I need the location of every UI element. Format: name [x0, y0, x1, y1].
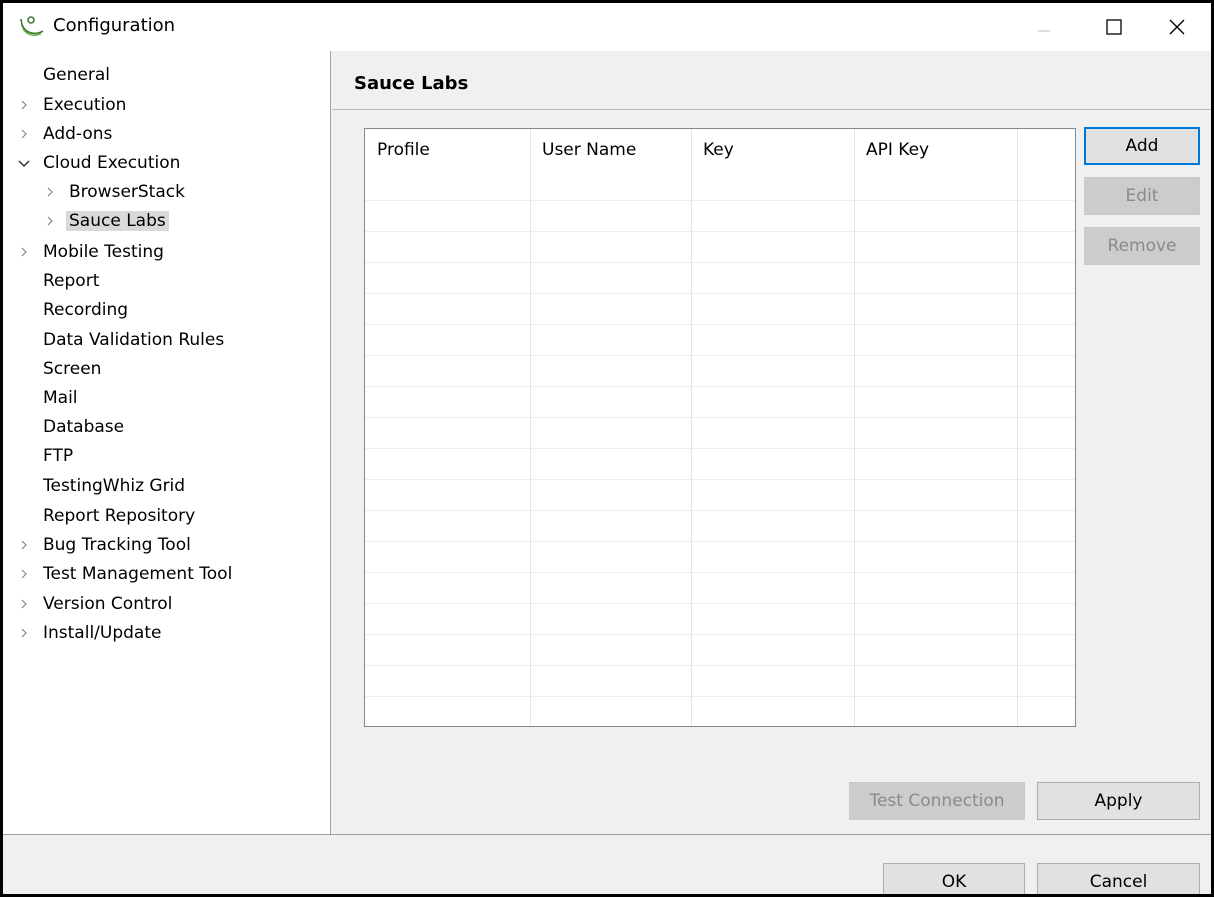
table-row-line — [365, 541, 1075, 542]
tree-item-label: Screen — [43, 359, 102, 379]
profiles-table[interactable]: Profile User Name Key API Key — [364, 128, 1076, 727]
table-row-line — [365, 324, 1075, 325]
tree-item-install-update[interactable]: Install/Update — [21, 619, 164, 647]
chevron-right-icon[interactable] — [16, 560, 32, 588]
column-header-api-key[interactable]: API Key — [854, 129, 1017, 171]
tree-item-label: Add-ons — [43, 124, 113, 144]
column-header-user-name[interactable]: User Name — [530, 129, 691, 171]
tree-item-label: TestingWhiz Grid — [43, 476, 186, 496]
chevron-right-icon[interactable] — [16, 590, 32, 618]
tree-item-cloud-execution[interactable]: Cloud Execution — [18, 149, 183, 177]
close-button[interactable] — [1147, 3, 1207, 51]
tree-item-label: Sauce Labs — [66, 211, 169, 231]
configuration-tree: General Execution Add-ons Cloud Executio… — [3, 51, 331, 834]
settings-panel: Sauce Labs Profile User Name Key API Key — [332, 51, 1211, 834]
tree-item-ftp[interactable]: FTP — [40, 442, 76, 470]
tree-item-label: BrowserStack — [69, 182, 185, 202]
column-divider — [1017, 129, 1018, 726]
title-bar: Configuration — [3, 3, 1211, 51]
table-row-line — [365, 634, 1075, 635]
table-row-line — [365, 262, 1075, 263]
column-divider — [691, 129, 692, 726]
tree-item-database[interactable]: Database — [40, 413, 127, 441]
table-row-line — [365, 603, 1075, 604]
table-row-line — [365, 448, 1075, 449]
tree-item-test-management-tool[interactable]: Test Management Tool — [21, 560, 235, 588]
table-row-line — [365, 386, 1075, 387]
configuration-window: Configuration General Execution Add-ons … — [0, 0, 1214, 897]
maximize-button[interactable] — [1084, 3, 1144, 51]
divider — [3, 834, 1211, 835]
column-header-profile[interactable]: Profile — [365, 129, 530, 171]
column-divider — [854, 129, 855, 726]
tree-item-version-control[interactable]: Version Control — [21, 590, 175, 618]
app-leaf-icon — [19, 13, 45, 39]
tree-item-recording[interactable]: Recording — [40, 296, 131, 324]
tree-item-label: FTP — [43, 446, 74, 466]
chevron-right-icon[interactable] — [42, 207, 58, 235]
tree-item-label: Execution — [43, 95, 127, 115]
table-row-line — [365, 665, 1075, 666]
table-row-line — [365, 572, 1075, 573]
tree-item-report-repository[interactable]: Report Repository — [40, 502, 198, 530]
tree-item-label: Version Control — [43, 594, 173, 614]
edit-button[interactable]: Edit — [1084, 177, 1200, 215]
divider — [332, 109, 1211, 110]
tree-item-general[interactable]: General — [40, 61, 113, 89]
tree-item-label: Data Validation Rules — [43, 330, 225, 350]
minimize-button[interactable] — [1014, 3, 1074, 51]
tree-item-report[interactable]: Report — [40, 267, 102, 295]
tree-item-label: Recording — [43, 300, 129, 320]
tree-item-mobile-testing[interactable]: Mobile Testing — [21, 238, 167, 266]
tree-item-label: Mobile Testing — [43, 242, 164, 262]
table-row-line — [365, 510, 1075, 511]
cancel-button[interactable]: Cancel — [1037, 863, 1200, 894]
tree-item-label: Bug Tracking Tool — [43, 535, 191, 555]
chevron-down-icon[interactable] — [16, 149, 32, 177]
table-row-line — [365, 231, 1075, 232]
tree-item-data-validation-rules[interactable]: Data Validation Rules — [40, 326, 227, 354]
table-row-line — [365, 417, 1075, 418]
tree-item-mail[interactable]: Mail — [40, 384, 81, 412]
table-row-line — [365, 200, 1075, 201]
tree-item-add-ons[interactable]: Add-ons — [21, 120, 115, 148]
tree-item-label: Mail — [43, 388, 78, 408]
table-row-line — [365, 355, 1075, 356]
chevron-right-icon[interactable] — [16, 619, 32, 647]
tree-item-label: Database — [43, 417, 125, 437]
tree-item-testingwhiz-grid[interactable]: TestingWhiz Grid — [40, 472, 188, 500]
tree-item-sauce-labs[interactable]: Sauce Labs — [47, 207, 169, 235]
table-row-line — [365, 696, 1075, 697]
chevron-right-icon[interactable] — [16, 120, 32, 148]
tree-item-bug-tracking-tool[interactable]: Bug Tracking Tool — [21, 531, 194, 559]
chevron-right-icon[interactable] — [16, 531, 32, 559]
tree-item-label: Install/Update — [43, 623, 162, 643]
add-button[interactable]: Add — [1084, 127, 1200, 165]
tree-item-label: General — [43, 65, 110, 85]
close-icon — [1169, 19, 1185, 35]
table-row-line — [365, 293, 1075, 294]
apply-button[interactable]: Apply — [1037, 782, 1200, 820]
tree-item-label: Test Management Tool — [43, 564, 233, 584]
chevron-right-icon[interactable] — [42, 178, 58, 206]
minimize-icon — [1038, 30, 1050, 32]
chevron-right-icon[interactable] — [16, 238, 32, 266]
chevron-right-icon[interactable] — [16, 91, 32, 119]
tree-item-execution[interactable]: Execution — [21, 91, 129, 119]
test-connection-button[interactable]: Test Connection — [849, 782, 1025, 820]
column-divider — [530, 129, 531, 726]
tree-item-browserstack[interactable]: BrowserStack — [47, 178, 188, 206]
tree-item-label: Report — [43, 271, 100, 291]
tree-item-screen[interactable]: Screen — [40, 355, 104, 383]
table-row-line — [365, 479, 1075, 480]
page-title: Sauce Labs — [354, 73, 469, 94]
window-title: Configuration — [53, 15, 176, 36]
tree-item-label: Report Repository — [43, 506, 196, 526]
tree-item-label: Cloud Execution — [43, 153, 181, 173]
remove-button[interactable]: Remove — [1084, 227, 1200, 265]
column-header-key[interactable]: Key — [691, 129, 854, 171]
maximize-icon — [1106, 19, 1122, 35]
ok-button[interactable]: OK — [883, 863, 1025, 894]
